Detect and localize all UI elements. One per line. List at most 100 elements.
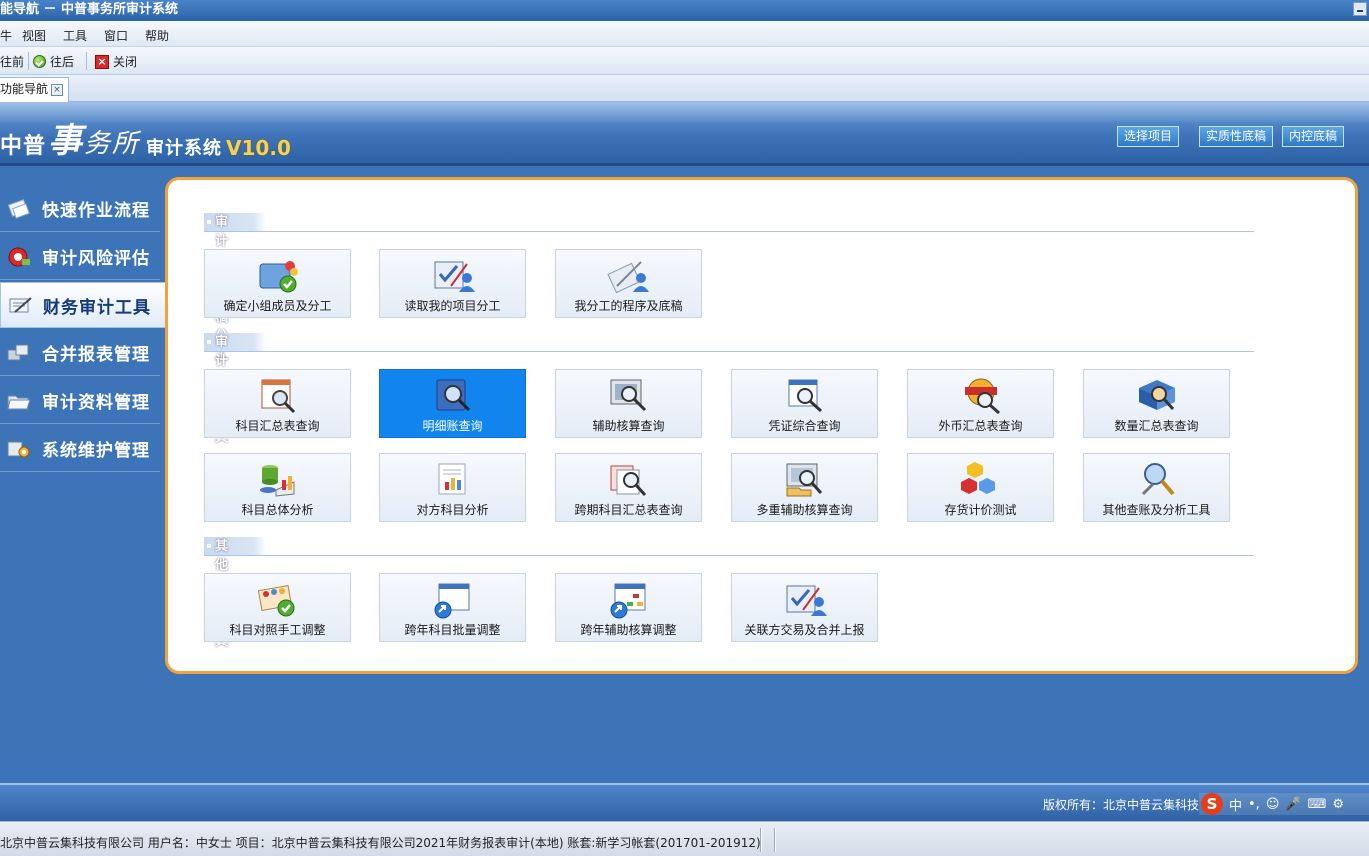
- ime-punctuation-icon[interactable]: •,: [1248, 797, 1260, 812]
- tile-read-my-assignment[interactable]: 读取我的项目分工: [379, 249, 526, 318]
- status-bar: 北京中普云集科技有限公司 用户名：中女士 项目：北京中普云集科技有限公司2021…: [0, 821, 1369, 856]
- tile-voucher-query[interactable]: 凭证综合查询: [731, 369, 878, 438]
- back-button[interactable]: 往后: [33, 53, 74, 70]
- ime-chinese-mode[interactable]: 中: [1229, 795, 1242, 814]
- book-magnifier-icon: [436, 379, 470, 412]
- tile-related-party-consolidation[interactable]: 关联方交易及合并上报: [731, 573, 878, 642]
- tile-other-query-tools[interactable]: 其他查账及分析工具: [1083, 453, 1230, 522]
- select-project-button[interactable]: 选择项目: [1117, 126, 1180, 147]
- sogou-ime-icon[interactable]: S: [1201, 793, 1223, 815]
- menu-item-tools[interactable]: 工具: [63, 27, 87, 44]
- section-divider: [204, 231, 1254, 232]
- nav-item-financial-audit-tools[interactable]: 财务审计工具: [0, 282, 166, 328]
- nav-item-consolidation[interactable]: 合并报表管理: [0, 330, 160, 376]
- menu-bar: 牛 视图 工具 窗口 帮助: [0, 21, 1369, 47]
- tile-account-overall-analysis[interactable]: 科目总体分析: [204, 453, 351, 522]
- window-arrow-icon: [434, 583, 469, 619]
- tile-inventory-pricing-test[interactable]: 存货计价测试: [907, 453, 1054, 522]
- forward-label: 往前: [0, 55, 25, 69]
- close-icon: ×: [95, 54, 109, 69]
- tile-manual-account-mapping[interactable]: 科目对照手工调整: [204, 573, 351, 642]
- back-label: 往后: [50, 55, 75, 69]
- copyright-text: 版权所有：北京中普云集科技: [1042, 798, 1199, 812]
- toolbar: 往前 往后 × 关闭: [0, 47, 1369, 75]
- tab-strip: 功能导航 ×: [0, 75, 1369, 102]
- tile-quantity-summary-query[interactable]: 数量汇总表查询: [1083, 369, 1230, 438]
- menu-item-window[interactable]: 窗口: [104, 27, 128, 44]
- tile-contra-account-analysis[interactable]: 对方科目分析: [379, 453, 526, 522]
- maintenance-icon: [6, 438, 32, 460]
- close-button[interactable]: × 关闭: [95, 53, 137, 70]
- nav-item-risk-assessment[interactable]: 审计风险评估: [0, 234, 160, 280]
- checklist-user-icon: [434, 261, 475, 292]
- tile-my-procedures-workpapers[interactable]: 我分工的程序及底稿: [555, 249, 702, 318]
- tile-multi-auxiliary-query[interactable]: 多重辅助核算查询: [731, 453, 878, 522]
- tile-foreign-currency-summary-query[interactable]: 外币汇总表查询: [907, 369, 1054, 438]
- currency-gear-icon: [964, 378, 1000, 415]
- ime-voice-icon[interactable]: 🎤: [1285, 797, 1301, 812]
- tab-label: 功能导航: [0, 82, 49, 96]
- forward-button[interactable]: 往前: [0, 53, 24, 70]
- ime-keyboard-icon[interactable]: ⌨: [1308, 797, 1327, 812]
- spreadsheet-magnifier-icon: [261, 379, 295, 414]
- nav-item-system-maintenance[interactable]: 系统维护管理: [0, 426, 160, 472]
- ime-toolbar: S 中 •, ☺ 🎤 ⌨ ⚙: [1199, 793, 1369, 815]
- toolbar-separator: [86, 52, 87, 70]
- tile-cross-year-auxiliary-adjust[interactable]: 跨年辅助核算调整: [555, 573, 702, 642]
- ime-settings-icon[interactable]: ⚙: [1332, 797, 1344, 812]
- cubes-icon: [960, 462, 995, 494]
- documents-user-icon: [606, 261, 649, 294]
- folder-icon: [6, 390, 32, 412]
- internal-control-workpaper-button[interactable]: 内控底稿: [1282, 126, 1345, 147]
- window-title: 能导航 － 中普事务所审计系统: [0, 2, 179, 17]
- left-nav: 快速作业流程 审计风险评估 财务审计工具 合并报表管理 审计资料管理 系统维护管…: [0, 168, 166, 783]
- close-label: 关闭: [113, 55, 138, 69]
- section-title: 审计查账工具: [204, 333, 267, 445]
- monitor-folder-magnifier-icon: [786, 463, 822, 497]
- back-arrow-icon: [33, 55, 46, 68]
- tile-cross-period-summary-query[interactable]: 跨期科目汇总表查询: [555, 453, 702, 522]
- monitor-magnifier-icon: [610, 379, 646, 412]
- ime-emoji-icon[interactable]: ☺: [1266, 797, 1280, 812]
- audit-tool-icon: [7, 294, 33, 316]
- cards-check-icon: [257, 584, 294, 617]
- box-magnifier-icon: [1138, 380, 1175, 411]
- menu-item-help[interactable]: 帮助: [145, 27, 169, 44]
- tab-close-icon[interactable]: ×: [51, 84, 63, 96]
- nav-item-audit-materials[interactable]: 审计资料管理: [0, 378, 160, 424]
- section-divider: [204, 351, 1254, 352]
- section-divider: [204, 555, 1254, 556]
- team-check-icon: [259, 261, 298, 293]
- tile-ledger-detail-query[interactable]: 明细账查询: [379, 369, 526, 438]
- tile-cross-year-account-adjust[interactable]: 跨年科目批量调整: [379, 573, 526, 642]
- substantive-workpaper-button[interactable]: 实质性底稿: [1199, 126, 1274, 147]
- window-titlebar: 能导航 － 中普事务所审计系统: [0, 0, 1369, 21]
- consolidation-icon: [6, 342, 32, 364]
- document-chart-icon: [438, 463, 465, 495]
- function-panel: 审计项目底稿分工 确定小组成员及分工 读取我的项目分工 我分工的程序及底稿 审计…: [165, 177, 1358, 674]
- database-chart-icon: [259, 465, 294, 497]
- status-text: 北京中普云集科技有限公司 用户名：中女士 项目：北京中普云集科技有限公司2021…: [0, 836, 761, 850]
- section-title: 其他审计工具: [204, 537, 267, 649]
- tile-auxiliary-accounting-query[interactable]: 辅助核算查询: [555, 369, 702, 438]
- magnifier-tools-icon: [1141, 463, 1175, 496]
- toolbar-separator: [28, 52, 29, 70]
- risk-icon: [6, 246, 32, 268]
- nav-item-quick-workflow[interactable]: 快速作业流程: [0, 186, 160, 232]
- tile-account-summary-query[interactable]: 科目汇总表查询: [204, 369, 351, 438]
- window-magnifier-icon: [788, 379, 822, 413]
- menu-item-view[interactable]: 视图: [22, 27, 46, 44]
- app-banner: 中普 事 务所 审计系统 V10.0 选择项目 实质性底稿 内控底稿: [0, 102, 1369, 166]
- window-tree-arrow-icon: [610, 583, 645, 619]
- menu-item-file[interactable]: 牛: [0, 27, 12, 44]
- minimize-button[interactable]: [1353, 2, 1367, 16]
- footer-bar: 版权所有：北京中普云集科技 S 中 •, ☺ 🎤 ⌨ ⚙: [0, 783, 1369, 821]
- tile-assign-team-members[interactable]: 确定小组成员及分工: [204, 249, 351, 318]
- documents-magnifier-icon: [610, 465, 646, 497]
- status-separator: [760, 828, 762, 852]
- status-separator: [774, 828, 776, 852]
- app-logo: 中普 事 务所 审计系统 V10.0: [0, 121, 291, 161]
- tab-function-nav[interactable]: 功能导航 ×: [0, 77, 69, 102]
- checklist-user-icon: [786, 585, 827, 616]
- section-title: 审计项目底稿分工: [204, 213, 267, 363]
